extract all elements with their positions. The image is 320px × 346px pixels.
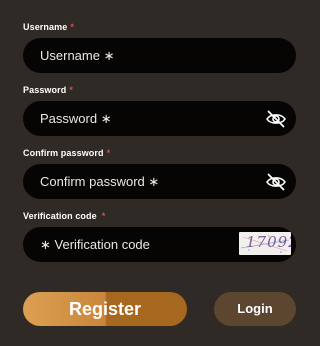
confirm-password-label: Confirm password * <box>23 148 110 158</box>
verification-code-field[interactable]: ∗ Verification code 17092 <box>23 227 296 262</box>
required-asterisk: * <box>106 148 111 158</box>
confirm-password-field[interactable]: Confirm password ∗ <box>23 164 296 199</box>
verification-code-label-text: Verification code <box>23 211 97 221</box>
password-label: Password * <box>23 85 73 95</box>
confirm-password-label-text: Confirm password <box>23 148 104 158</box>
captcha-image[interactable]: 17092 <box>239 232 291 255</box>
confirm-password-placeholder: Confirm password ∗ <box>40 174 160 189</box>
required-asterisk: * <box>101 211 106 221</box>
password-field[interactable]: Password ∗ <box>23 101 296 136</box>
username-label-text: Username <box>23 22 68 32</box>
required-asterisk: * <box>70 22 74 32</box>
eye-off-icon[interactable] <box>265 172 287 192</box>
register-button[interactable]: Register <box>23 292 187 326</box>
eye-off-icon[interactable] <box>265 109 287 129</box>
username-label: Username * <box>23 22 74 32</box>
username-placeholder: Username ∗ <box>40 48 115 63</box>
verification-code-placeholder: ∗ Verification code <box>40 237 150 252</box>
password-label-text: Password <box>23 85 67 95</box>
login-button[interactable]: Login <box>214 292 296 326</box>
password-placeholder: Password ∗ <box>40 111 112 126</box>
verification-code-label: Verification code * <box>23 211 105 221</box>
required-asterisk: * <box>69 85 73 95</box>
registration-form: Username * Username ∗ Password * Password … <box>0 0 319 346</box>
captcha-text: 17092 <box>246 233 291 251</box>
username-field[interactable]: Username ∗ <box>23 38 296 73</box>
